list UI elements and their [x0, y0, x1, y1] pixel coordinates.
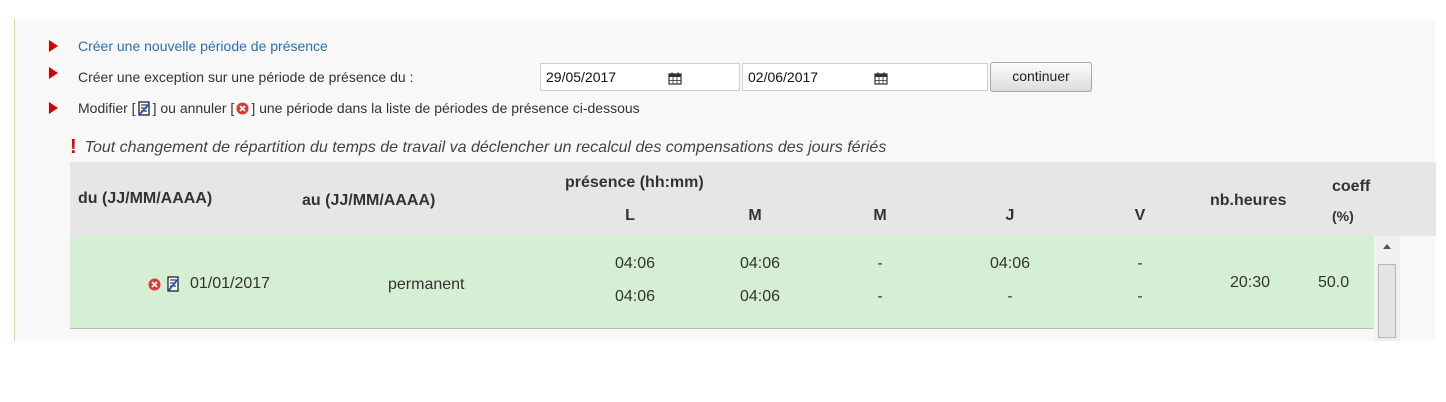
exception-label: Créer une exception sur une période de p… [78, 69, 414, 85]
table-header: du (JJ/MM/AAAA) au (JJ/MM/AAAA) présence… [70, 162, 1436, 236]
arrow-right-icon [49, 67, 58, 79]
date-to-value[interactable]: 02/06/2017 [748, 69, 818, 85]
cell-m2-w1: - [877, 255, 883, 272]
arrow-right-icon [49, 102, 58, 114]
col-nbheures: nb.heures [1210, 192, 1287, 209]
col-du: du (JJ/MM/AAAA) [78, 190, 213, 207]
modify-prefix: Modifier [ [78, 100, 136, 116]
cell-coeff: 50.0 [1318, 274, 1350, 291]
col-day-l: L [625, 207, 635, 224]
cell-j-w2: - [1007, 288, 1013, 305]
col-coeff: coeff [1332, 178, 1371, 195]
cancel-icon [236, 102, 249, 114]
col-coeff-unit: (%) [1332, 208, 1354, 224]
scrollbar-thumb[interactable] [1378, 264, 1396, 338]
cell-nbheures: 20:30 [1230, 274, 1271, 291]
modify-suffix: ] une période dans la liste de périodes … [251, 100, 640, 116]
col-day-v: V [1134, 207, 1146, 224]
scroll-up-icon[interactable] [1383, 244, 1391, 249]
col-presence: présence (hh:mm) [565, 174, 704, 191]
calendar-icon[interactable] [668, 72, 682, 85]
modify-middle: ] ou annuler [ [152, 100, 235, 116]
cell-v-w2: - [1137, 288, 1143, 305]
cell-l-w1: 04:06 [614, 255, 656, 272]
cell-du: 01/01/2017 [190, 275, 271, 292]
cell-j-w1: 04:06 [989, 255, 1031, 272]
arrow-right-icon [49, 40, 58, 52]
date-from-field[interactable]: 29/05/2017 [540, 63, 740, 91]
create-period-label[interactable]: Créer une nouvelle période de présence [78, 38, 328, 54]
col-day-m1: M [748, 207, 762, 224]
col-day-m2: M [873, 207, 887, 224]
cancel-icon[interactable] [148, 278, 161, 291]
modify-line: Modifier [ ] ou annuler [ ] une période … [78, 97, 640, 119]
date-to-field[interactable]: 02/06/2017 [742, 63, 988, 91]
edit-icon[interactable] [167, 276, 180, 292]
col-au: au (JJ/MM/AAAA) [302, 192, 436, 209]
edit-icon [137, 100, 150, 116]
cell-l-w2: 04:06 [614, 288, 656, 305]
warning-icon: ! [70, 136, 77, 158]
create-period-link[interactable]: Créer une nouvelle période de présence [78, 35, 328, 57]
cell-m1-w2: 04:06 [739, 288, 781, 305]
continue-button[interactable]: continuer [990, 62, 1092, 92]
calendar-icon[interactable] [874, 72, 888, 85]
cell-m1-w1: 04:06 [739, 255, 781, 272]
vertical-scrollbar[interactable] [1375, 236, 1400, 341]
cell-au: permanent [388, 276, 465, 293]
cell-v-w1: - [1137, 255, 1143, 272]
col-day-j: J [1005, 207, 1015, 224]
warning-text: Tout changement de répartition du temps … [84, 138, 887, 156]
date-from-value[interactable]: 29/05/2017 [546, 69, 616, 85]
exception-line: Créer une exception sur une période de p… [78, 66, 413, 88]
cell-m2-w2: - [877, 288, 883, 305]
warning-message: ! Tout changement de répartition du temp… [70, 136, 886, 159]
table-row[interactable]: 01/01/2017 permanent 04:06 04:06 - 04:06… [70, 236, 1374, 329]
